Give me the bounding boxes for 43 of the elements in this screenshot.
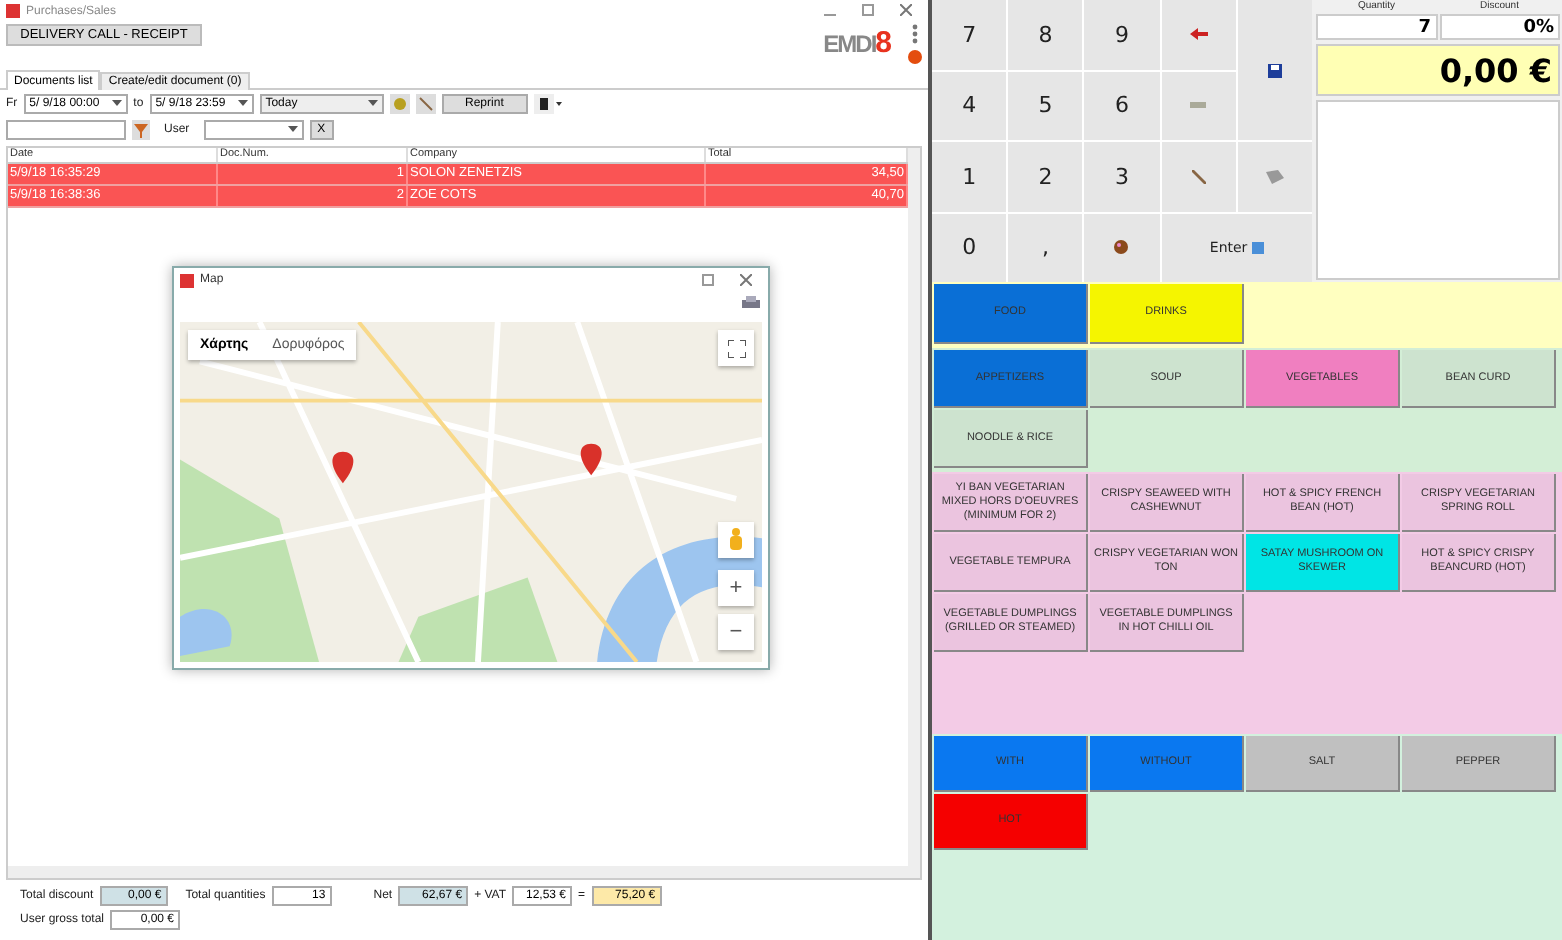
app-icon: [6, 4, 20, 18]
person-icon: [730, 528, 742, 552]
key[interactable]: 2: [1008, 142, 1083, 211]
print-dropdown-icon[interactable]: [533, 93, 562, 113]
save-icon: [1267, 63, 1282, 77]
key[interactable]: 7: [932, 0, 1007, 69]
key[interactable]: 0: [932, 213, 1007, 282]
key[interactable]: 3: [1084, 142, 1160, 211]
key[interactable]: ,: [1008, 213, 1083, 282]
key[interactable]: 5: [1008, 71, 1083, 140]
fullscreen-icon: [727, 339, 745, 357]
discount-field[interactable]: 0%: [1439, 14, 1560, 40]
search-field[interactable]: [6, 119, 126, 139]
enter-icon: [1251, 241, 1264, 254]
close-icon[interactable]: [900, 4, 912, 16]
caret-icon[interactable]: [111, 100, 122, 106]
amount-display: 0,00 €: [1316, 44, 1560, 96]
maximize-icon[interactable]: [702, 273, 714, 285]
zoom-in-button[interactable]: +: [718, 570, 754, 606]
caret-icon[interactable]: [367, 100, 378, 106]
caret-icon[interactable]: [287, 126, 298, 132]
vertical-scrollbar[interactable]: [908, 148, 920, 866]
print-icon[interactable]: [742, 296, 760, 312]
key[interactable]: 8: [1008, 0, 1083, 69]
maximize-icon[interactable]: [862, 4, 874, 16]
minus-icon: [1190, 102, 1207, 109]
horizontal-scrollbar[interactable]: [8, 866, 920, 878]
logo: EMDI8: [823, 26, 892, 60]
app-icon: [180, 273, 194, 287]
key[interactable]: 1: [932, 142, 1007, 211]
caret-icon[interactable]: [237, 100, 248, 106]
close-icon[interactable]: [740, 273, 752, 285]
left-arrow-icon: [1189, 28, 1208, 41]
key[interactable]: 6: [1084, 71, 1160, 140]
key[interactable]: 9: [1084, 0, 1160, 69]
key[interactable]: [1084, 213, 1160, 282]
fullscreen-button[interactable]: [718, 330, 754, 366]
key[interactable]: 4: [932, 71, 1007, 140]
key[interactable]: [1237, 142, 1312, 211]
menu-icon[interactable]: [912, 24, 918, 44]
filter-icon[interactable]: [132, 119, 150, 139]
quantity-field[interactable]: 7: [1316, 14, 1437, 40]
zoom-out-button[interactable]: −: [718, 614, 754, 650]
